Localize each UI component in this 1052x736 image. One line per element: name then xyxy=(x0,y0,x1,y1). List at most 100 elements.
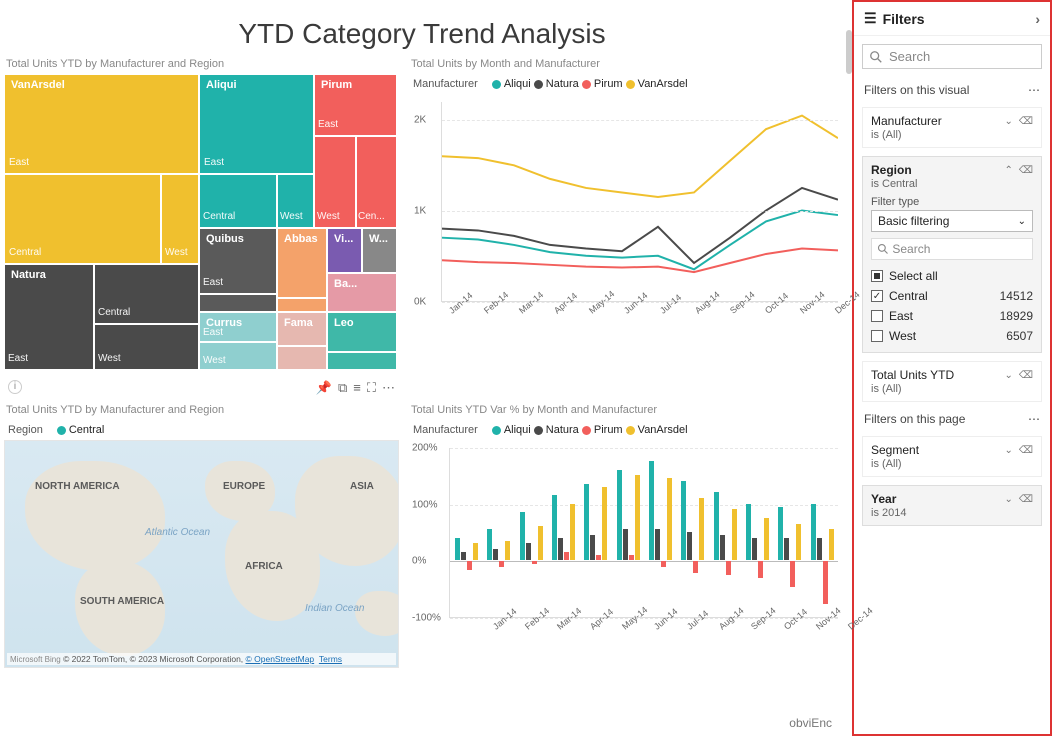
chevron-down-icon[interactable]: ⌄ xyxy=(1004,370,1012,381)
treemap-cell[interactable]: Vi... xyxy=(327,228,362,273)
line-chart-card[interactable]: Total Units by Month and Manufacturer Ma… xyxy=(409,58,844,378)
bar[interactable] xyxy=(796,524,801,561)
treemap-cell[interactable]: West xyxy=(161,174,199,264)
clear-filter-icon[interactable]: ⌫ xyxy=(1019,116,1033,127)
filter-option[interactable]: Central14512 xyxy=(871,286,1033,306)
filter-card-total-units[interactable]: Total Units YTD ⌄⌫ is (All) xyxy=(862,361,1042,402)
filter-card-manufacturer[interactable]: Manufacturer ⌄⌫ is (All) xyxy=(862,107,1042,148)
bar[interactable] xyxy=(493,549,498,560)
chevron-down-icon[interactable]: ⌄ xyxy=(1004,116,1012,127)
map-visual[interactable]: NORTH AMERICA EUROPE ASIA AFRICA SOUTH A… xyxy=(4,440,399,668)
bar[interactable] xyxy=(699,498,704,560)
bar[interactable] xyxy=(720,535,725,561)
treemap-cell[interactable]: PirumEast xyxy=(314,74,397,136)
treemap-cell[interactable]: Fama xyxy=(277,312,327,346)
bar[interactable] xyxy=(764,518,769,561)
clear-filter-icon[interactable]: ⌫ xyxy=(1019,165,1033,176)
checkbox-icon[interactable] xyxy=(871,310,883,322)
treemap-cell[interactable]: West xyxy=(277,174,314,228)
chevron-up-icon[interactable]: ⌃ xyxy=(1004,165,1012,176)
bar[interactable] xyxy=(584,484,589,561)
bar[interactable] xyxy=(811,504,816,561)
bar[interactable] xyxy=(590,535,595,561)
treemap-cell[interactable]: QuibusEast xyxy=(199,228,277,294)
filter-icon[interactable]: ≡ xyxy=(353,380,361,396)
treemap-cell[interactable]: W... xyxy=(362,228,397,273)
bar[interactable] xyxy=(817,538,822,561)
bar[interactable] xyxy=(790,561,795,587)
treemap-cell[interactable]: Abbas xyxy=(277,228,327,298)
clear-filter-icon[interactable]: ⌫ xyxy=(1019,370,1033,381)
bar[interactable] xyxy=(784,538,789,561)
bar[interactable] xyxy=(623,529,628,560)
checkbox-indeterminate-icon[interactable] xyxy=(871,270,883,282)
treemap-cell[interactable]: Cen... xyxy=(356,136,397,228)
bar[interactable] xyxy=(526,543,531,560)
scrollbar[interactable] xyxy=(846,30,852,74)
bar[interactable] xyxy=(499,561,504,567)
bar[interactable] xyxy=(538,526,543,560)
treemap-cell[interactable]: AliquiEast xyxy=(199,74,314,174)
terms-link[interactable]: Terms xyxy=(319,654,342,664)
bar[interactable] xyxy=(687,532,692,560)
bar[interactable] xyxy=(758,561,763,578)
treemap-cell[interactable]: NaturaEast xyxy=(4,264,94,370)
bar[interactable] xyxy=(617,470,622,561)
pin-icon[interactable]: 📌 xyxy=(316,380,332,396)
bar[interactable] xyxy=(726,561,731,575)
bar[interactable] xyxy=(558,538,563,561)
checkbox-icon[interactable] xyxy=(871,330,883,342)
info-icon[interactable]: i xyxy=(8,380,22,394)
bar[interactable] xyxy=(532,561,537,564)
bar[interactable] xyxy=(564,552,569,561)
filter-option[interactable]: East18929 xyxy=(871,306,1033,326)
bar[interactable] xyxy=(570,504,575,561)
bar[interactable] xyxy=(752,538,757,561)
treemap-cell[interactable]: Central xyxy=(199,174,277,228)
bar[interactable] xyxy=(778,507,783,561)
chevron-down-icon[interactable]: ⌄ xyxy=(1004,494,1012,505)
bar[interactable] xyxy=(732,509,737,560)
filter-card-segment[interactable]: Segment ⌄⌫ is (All) xyxy=(862,436,1042,477)
bar[interactable] xyxy=(467,561,472,570)
bar[interactable] xyxy=(505,541,510,561)
bar[interactable] xyxy=(455,538,460,561)
bar[interactable] xyxy=(629,555,634,561)
bar[interactable] xyxy=(746,504,751,561)
copy-icon[interactable]: ⧉ xyxy=(338,380,347,396)
bar[interactable] xyxy=(596,555,601,561)
bar[interactable] xyxy=(823,561,828,604)
filter-card-region[interactable]: Region ⌃⌫ is Central Filter type Basic f… xyxy=(862,156,1042,353)
bar[interactable] xyxy=(635,475,640,560)
treemap-cell[interactable] xyxy=(199,294,277,312)
treemap-cell[interactable] xyxy=(277,298,327,312)
filter-option[interactable]: West6507 xyxy=(871,326,1033,346)
bar[interactable] xyxy=(681,481,686,560)
bar[interactable] xyxy=(552,495,557,560)
bar[interactable] xyxy=(714,492,719,560)
clear-filter-icon[interactable]: ⌫ xyxy=(1019,494,1033,505)
bar[interactable] xyxy=(520,512,525,560)
bar[interactable] xyxy=(667,478,672,560)
more-icon[interactable]: ⋯ xyxy=(382,380,395,396)
bar[interactable] xyxy=(829,529,834,560)
treemap-cell[interactable]: Leo xyxy=(327,312,397,352)
bar[interactable] xyxy=(602,487,607,561)
treemap-cell[interactable]: CurrusEast xyxy=(199,312,277,342)
bar[interactable] xyxy=(655,529,660,560)
treemap-cell[interactable]: West xyxy=(94,324,199,370)
treemap-cell[interactable]: West xyxy=(314,136,356,228)
bar[interactable] xyxy=(487,529,492,560)
treemap-cell[interactable]: Central xyxy=(94,264,199,324)
treemap-cell[interactable] xyxy=(277,346,327,370)
map-card[interactable]: Total Units YTD by Manufacturer and Regi… xyxy=(4,404,399,676)
treemap-cell[interactable]: Central xyxy=(4,174,161,264)
region-search[interactable]: Search xyxy=(871,238,1033,260)
bar[interactable] xyxy=(693,561,698,572)
checkbox-icon[interactable] xyxy=(871,290,883,302)
option-select-all[interactable]: Select all xyxy=(871,266,1033,286)
filter-card-year[interactable]: Year ⌄⌫ is 2014 xyxy=(862,485,1042,526)
bar[interactable] xyxy=(661,561,666,567)
filters-search[interactable]: Search xyxy=(862,44,1042,69)
osm-link[interactable]: © OpenStreetMap xyxy=(246,654,315,664)
